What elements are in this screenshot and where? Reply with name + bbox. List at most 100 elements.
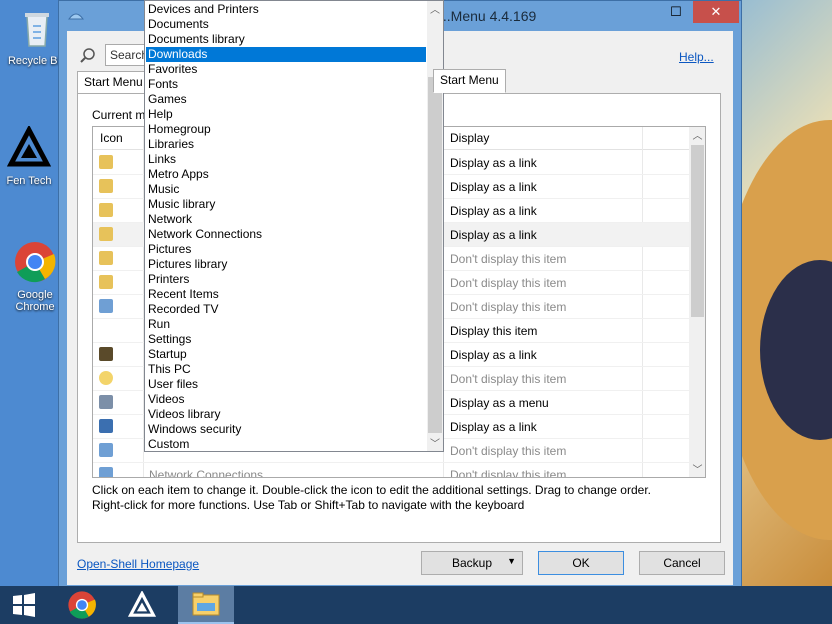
help-link[interactable]: Help... [679,50,714,64]
caret-down-icon: ▼ [507,556,516,566]
dropdown-item[interactable]: Music library [146,197,426,212]
recycle-bin-icon [25,13,49,47]
dropdown-item[interactable]: Links [146,152,426,167]
grid-scrollbar[interactable]: ︿ ﹀ [689,127,705,477]
cancel-button[interactable]: Cancel [639,551,725,575]
folder-icon[interactable] [99,179,113,193]
start-button[interactable] [0,586,48,624]
windows-start-icon [13,593,35,617]
row-display-value[interactable]: Don't display this item [450,444,566,458]
taskbar-fen-tech[interactable] [118,586,166,624]
scroll-up-icon[interactable]: ︿ [427,1,443,17]
tab-customize-start-menu[interactable]: Start Menu [433,69,506,93]
dropdown-item[interactable]: Pictures library [146,257,426,272]
backup-button[interactable]: Backup ▼ [421,551,523,575]
row-command-name: Network Connections [149,468,264,478]
row-display-value[interactable]: Don't display this item [450,276,566,290]
homepage-link[interactable]: Open-Shell Homepage [77,557,199,571]
folder-icon[interactable] [99,251,113,265]
search-icon [80,48,95,63]
dropdown-item[interactable]: Network Connections [146,227,426,242]
network-icon[interactable] [99,467,113,477]
dropdown-item[interactable]: Printers [146,272,426,287]
window-title: ...Menu 4.4.169 [439,8,537,24]
dropdown-item[interactable]: Games [146,92,426,107]
dropdown-item[interactable]: Startup [146,347,426,362]
star-icon[interactable] [99,371,113,385]
row-display-value[interactable]: Display this item [450,324,537,338]
maximize-button[interactable]: ☐ [661,1,691,23]
settings-icon[interactable] [99,395,113,409]
fen-tech-icon [6,124,52,167]
dropdown-item[interactable]: Settings [146,332,426,347]
folder-icon[interactable] [99,227,113,241]
dropdown-item[interactable]: Help [146,107,426,122]
row-display-value[interactable]: Don't display this item [450,300,566,314]
desktop-icon-label: Fen Tech [6,175,52,187]
command-dropdown-list[interactable]: Devices and Printers Documents Documents l… [144,0,444,452]
taskbar [0,586,832,624]
row-display-value[interactable]: Don't display this item [450,252,566,266]
taskbar-chrome[interactable] [58,586,106,624]
tab-start-menu-style[interactable]: Start Menu [77,71,150,93]
dropdown-item[interactable]: Videos [146,392,426,407]
dropdown-item[interactable]: Videos library [146,407,426,422]
row-display-value[interactable]: Display as a link [450,228,537,242]
dropdown-item[interactable]: Metro Apps [146,167,426,182]
scroll-thumb[interactable] [691,145,704,317]
dropdown-item[interactable]: Recorded TV [146,302,426,317]
scroll-thumb[interactable] [428,77,442,433]
ok-button[interactable]: OK [538,551,624,575]
dropdown-item[interactable]: Pictures [146,242,426,257]
file-explorer-icon [192,592,220,616]
current-menu-label: Current m [92,108,146,122]
row-display-value[interactable]: Display as a link [450,180,537,194]
dropdown-item[interactable]: Favorites [146,62,426,77]
app-shell-icon [68,13,84,20]
network-icon[interactable] [99,299,113,313]
dropdown-item[interactable]: Network [146,212,426,227]
dropdown-item[interactable]: Custom [146,437,426,452]
scroll-down-icon[interactable]: ﹀ [427,435,443,451]
network-icon[interactable] [99,443,113,457]
backup-button-label: Backup [451,556,493,570]
fen-tech-icon [128,591,156,617]
row-display-value[interactable]: Don't display this item [450,468,566,477]
column-header-display[interactable]: Display [450,131,489,145]
desktop-icon-fen-tech[interactable]: Fen Tech [0,124,64,187]
row-display-value[interactable]: Display as a link [450,204,537,218]
dropdown-item[interactable]: Downloads [146,47,426,62]
dropdown-item[interactable]: Music [146,182,426,197]
dropdown-item[interactable]: Windows security [146,422,426,437]
row-display-value[interactable]: Display as a link [450,156,537,170]
row-display-value[interactable]: Display as a link [450,348,537,362]
folder-icon[interactable] [99,275,113,289]
row-display-value[interactable]: Display as a menu [450,396,549,410]
close-button[interactable]: ✕ [693,1,739,23]
table-row[interactable]: Network Connections Don't display this it… [93,463,689,478]
dropdown-item[interactable]: Documents library [146,32,426,47]
startup-icon[interactable] [99,347,113,361]
column-header-icon[interactable]: Icon [100,131,123,145]
folder-icon[interactable] [99,203,113,217]
chrome-icon [68,591,96,619]
scroll-up-icon[interactable]: ︿ [689,127,705,143]
instructions-line: Right-click for more functions. Use Tab … [92,498,525,512]
chrome-icon [15,242,56,283]
dropdown-item[interactable]: User files [146,377,426,392]
dropdown-item[interactable]: Libraries [146,137,426,152]
dropdown-item[interactable]: Fonts [146,77,426,92]
dropdown-item[interactable]: Recent Items [146,287,426,302]
row-display-value[interactable]: Display as a link [450,420,537,434]
dropdown-item[interactable]: Documents [146,17,426,32]
folder-icon[interactable] [99,155,113,169]
scroll-down-icon[interactable]: ﹀ [689,461,705,477]
instructions: Click on each item to change it. Double-… [92,483,712,513]
dropdown-item[interactable]: Devices and Printers [146,2,426,17]
dropdown-item[interactable]: Run [146,317,426,332]
dropdown-item[interactable]: This PC [146,362,426,377]
security-icon[interactable] [99,419,113,433]
taskbar-file-explorer[interactable] [178,586,234,624]
dropdown-item[interactable]: Homegroup [146,122,426,137]
row-display-value[interactable]: Don't display this item [450,372,566,386]
